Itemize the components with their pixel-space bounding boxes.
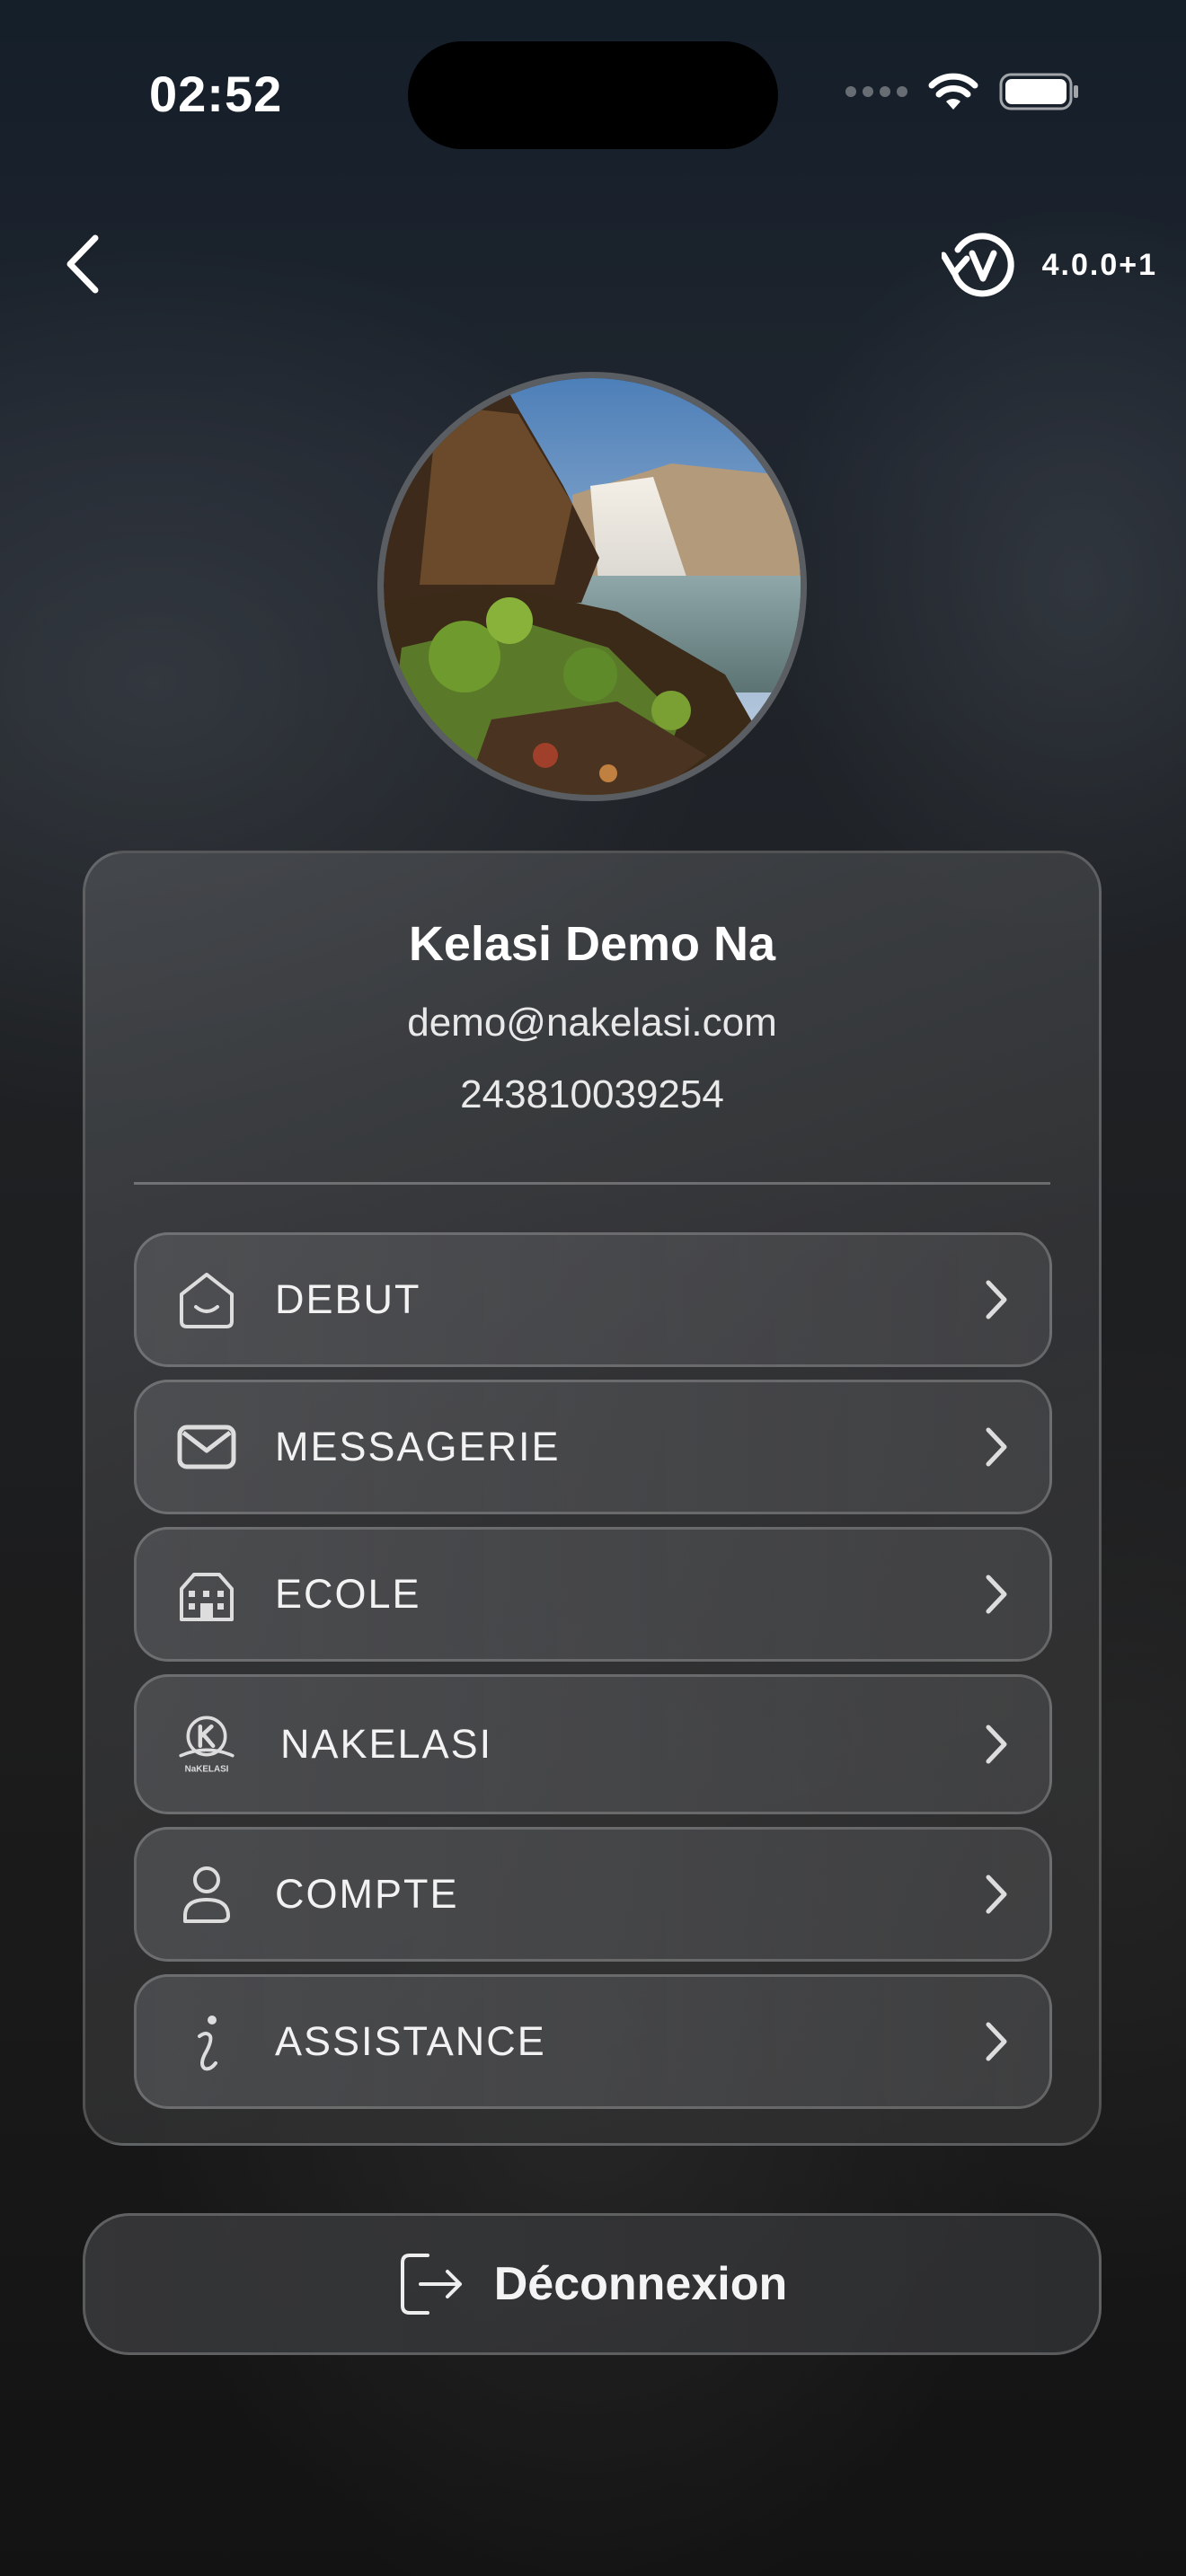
cellular-signal-icon — [845, 86, 907, 97]
dynamic-island — [408, 41, 778, 149]
menu-item-debut[interactable]: DEBUT — [134, 1232, 1052, 1367]
status-icons — [845, 72, 1080, 111]
status-time: 02:52 — [149, 66, 283, 122]
battery-icon — [999, 73, 1078, 110]
menu-item-messagerie[interactable]: MESSAGERIE — [134, 1380, 1052, 1514]
menu-item-label: COMPTE — [275, 1871, 459, 1917]
chevron-right-icon — [986, 1875, 1007, 1914]
logout-label: Déconnexion — [493, 2258, 788, 2310]
chevron-left-icon — [66, 234, 99, 294]
menu-item-nakelasi[interactable]: NaKELASI NAKELASI — [134, 1674, 1052, 1814]
user-email: demo@nakelasi.com — [407, 1001, 777, 1045]
menu-item-label: DEBUT — [275, 1276, 421, 1322]
menu-item-label: ECOLE — [275, 1571, 421, 1617]
nakelasi-logo-text: NaKELASI — [185, 1765, 229, 1775]
chevron-right-icon — [986, 2022, 1007, 2061]
back-button[interactable] — [58, 230, 108, 298]
profile-card: Kelasi Demo Na demo@nakelasi.com 2438100… — [83, 851, 1102, 2146]
chevron-right-icon — [986, 1280, 1007, 1319]
home-icon — [174, 1267, 239, 1332]
menu-item-label: NAKELASI — [280, 1721, 493, 1767]
user-phone: 243810039254 — [460, 1072, 724, 1116]
menu-item-compte[interactable]: COMPTE — [134, 1827, 1052, 1962]
avatar[interactable] — [377, 372, 807, 801]
mail-icon — [174, 1415, 239, 1479]
menu-item-label: ASSISTANCE — [275, 2018, 546, 2064]
menu-item-assistance[interactable]: ASSISTANCE — [134, 1974, 1052, 2109]
chevron-right-icon — [986, 1427, 1007, 1467]
version-label: 4.0.0+1 — [1041, 247, 1157, 282]
user-name: Kelasi Demo Na — [408, 917, 776, 971]
school-icon — [174, 1562, 239, 1627]
chevron-right-icon — [986, 1575, 1007, 1614]
nakelasi-logo-icon: NaKELASI — [174, 1712, 239, 1777]
wifi-icon — [928, 73, 978, 110]
version-info: 4.0.0+1 — [941, 228, 1157, 302]
logout-button[interactable]: Déconnexion — [83, 2213, 1102, 2355]
profile-menu: DEBUT MESSAGERIE ECOLE NaKELASI NAKELASI… — [134, 1232, 1054, 2122]
chevron-right-icon — [986, 1725, 1007, 1764]
info-icon — [174, 2009, 239, 2074]
logout-icon — [400, 2254, 462, 2315]
avatar-photo — [384, 378, 801, 795]
version-history-icon — [941, 233, 1014, 297]
user-icon — [174, 1862, 239, 1927]
divider — [134, 1182, 1050, 1185]
menu-item-label: MESSAGERIE — [275, 1424, 561, 1469]
menu-item-ecole[interactable]: ECOLE — [134, 1527, 1052, 1662]
